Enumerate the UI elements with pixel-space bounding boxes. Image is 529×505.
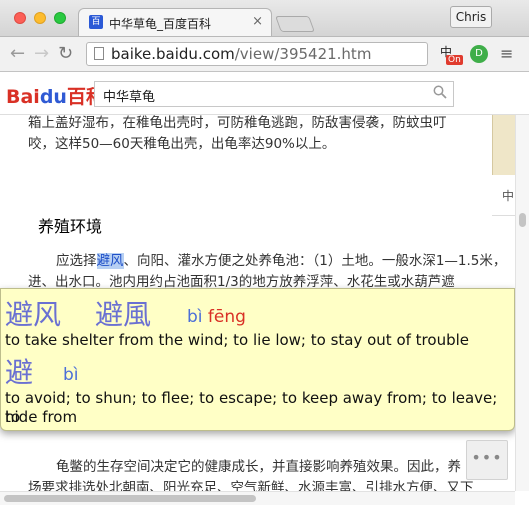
green-extension-icon[interactable]: D xyxy=(470,45,488,63)
dictionary-popup: 避风 避風 bì fēng to take shelter from the w… xyxy=(0,288,515,431)
zoom-window-button[interactable] xyxy=(54,12,66,24)
close-window-button[interactable] xyxy=(14,12,26,24)
address-bar[interactable]: baike.baidu.com/view/395421.htm xyxy=(86,42,428,66)
browser-toolbar: ← → ↻ baike.baidu.com/view/395421.htm 中 … xyxy=(0,37,529,72)
profile-button[interactable]: Chris xyxy=(450,6,492,28)
sidebar-label: 中 xyxy=(502,189,515,203)
tab-title: 中华草龟_百度百科 xyxy=(109,17,212,31)
sidebar-image[interactable] xyxy=(492,115,515,175)
sidebar-divider xyxy=(492,215,515,216)
dictionary-extension-badge: On xyxy=(446,55,463,65)
headword-traditional: 避風 xyxy=(95,298,152,331)
logo-text-main: Bai xyxy=(6,86,40,108)
headword-char: 避 xyxy=(5,356,34,389)
reload-icon[interactable]: ↻ xyxy=(58,43,73,64)
vertical-scrollbar-thumb[interactable] xyxy=(519,213,526,227)
definition: to avoid; to shun; to flee; to escape; t… xyxy=(5,389,498,426)
more-options-button[interactable]: ••• xyxy=(466,440,508,480)
headword-simplified: 避风 xyxy=(5,298,62,331)
baidu-baike-logo[interactable]: Baidu百科 xyxy=(6,82,105,109)
browser-window: 百 中华草龟_百度百科 × Chris ← → ↻ baike.baidu.co… xyxy=(0,0,529,505)
back-arrow-icon[interactable]: ← xyxy=(10,43,25,64)
pinyin-syllable: fēng xyxy=(207,307,246,327)
section-heading: 养殖环境 xyxy=(38,217,103,236)
definition: to take shelter from the wind; to lie lo… xyxy=(5,331,469,349)
url-text[interactable]: baike.baidu.com/view/395421.htm xyxy=(111,45,371,63)
url-host: baike.baidu.com xyxy=(111,45,235,63)
search-value: 中华草龟 xyxy=(103,90,156,105)
new-tab-button[interactable] xyxy=(275,16,315,32)
dictionary-extension-icon[interactable]: 中 On xyxy=(438,43,466,67)
pinyin-syllable: bì xyxy=(187,307,203,327)
headword-pinyin: bì xyxy=(63,365,79,385)
page-icon xyxy=(94,47,104,60)
headword-pinyin: bì fēng xyxy=(187,307,246,327)
text-run: 、向阳、灌水方便之处养龟池：（1）土地。一般水深1—1.5米， xyxy=(123,253,507,269)
minimize-window-button[interactable] xyxy=(34,12,46,24)
url-path: /view/395421.htm xyxy=(234,45,372,63)
site-search-input[interactable]: 中华草龟 xyxy=(94,81,454,107)
search-icon[interactable] xyxy=(433,85,447,99)
browser-menu-icon[interactable]: ≡ xyxy=(500,44,513,63)
title-bar: 百 中华草龟_百度百科 × Chris xyxy=(0,0,529,37)
logo-paw-text: du xyxy=(39,86,67,108)
article-line: 咬，这样50—60天稚龟出壳，出龟率达90%以上。 xyxy=(28,136,336,152)
horizontal-scrollbar[interactable] xyxy=(0,491,515,505)
tab-close-icon[interactable]: × xyxy=(252,14,263,29)
definition: hide from xyxy=(5,408,78,426)
pinyin-syllable: bì xyxy=(63,365,79,385)
baidu-favicon-icon: 百 xyxy=(89,15,103,29)
tab-baike[interactable]: 百 中华草龟_百度百科 × xyxy=(78,8,272,36)
article-line: 场要求排选处北朝南、阳光充足、空气新鲜、水源丰富、引排水方便、又下 xyxy=(28,480,474,491)
forward-arrow-icon[interactable]: → xyxy=(34,43,49,64)
site-header: Baidu百科 中华草龟 xyxy=(0,72,529,115)
text-run: 应选择 xyxy=(56,253,97,269)
vertical-scrollbar[interactable] xyxy=(515,115,529,491)
horizontal-scrollbar-thumb[interactable] xyxy=(4,495,256,502)
selected-word[interactable]: 避风 xyxy=(96,253,124,269)
